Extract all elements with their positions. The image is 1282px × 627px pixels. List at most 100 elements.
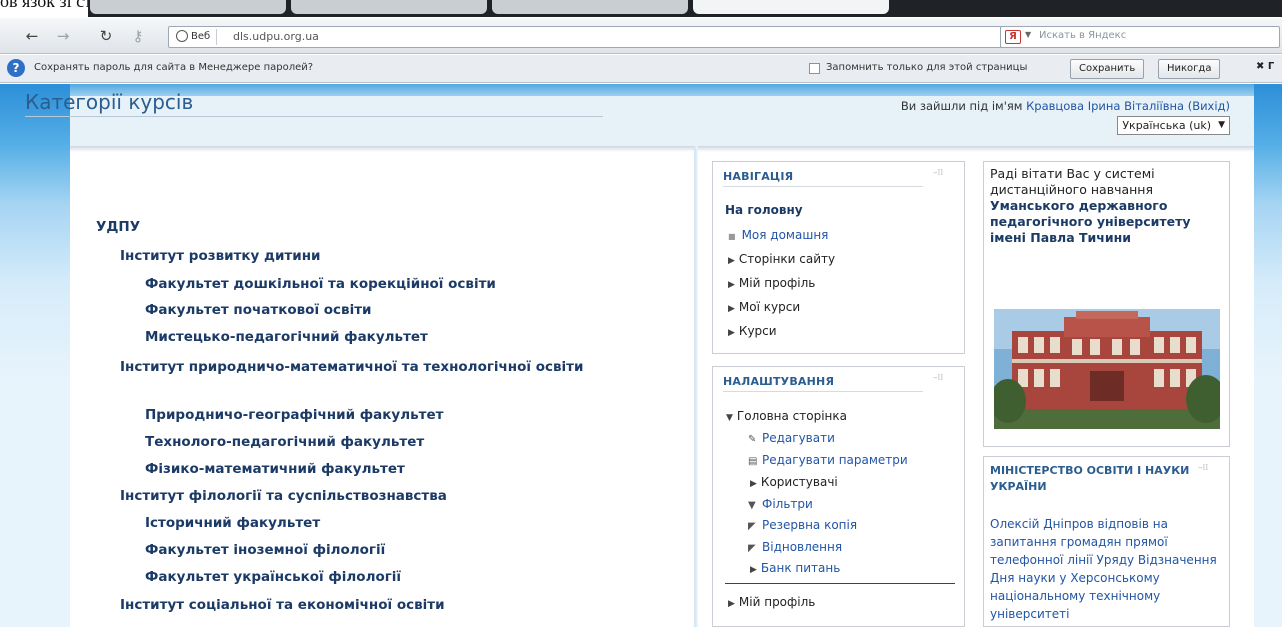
settings-item-label: Редагувати	[762, 431, 835, 445]
login-prefix: Ви зайшли під ім'ям	[900, 99, 1023, 113]
filter-icon: ▼	[748, 500, 756, 511]
expand-arrow-icon: ▶	[750, 565, 757, 575]
settings-item-label: Відновлення	[762, 540, 843, 554]
nav-item[interactable]: ■ Моя домашня	[728, 228, 828, 242]
url-text[interactable]: dls.udpu.org.ua	[233, 29, 319, 45]
settings-item-label: Фільтри	[762, 497, 813, 511]
title-underline	[25, 116, 603, 117]
settings-my-profile[interactable]: ▶ Мій профіль	[728, 595, 815, 609]
expand-arrow-icon: ▶	[728, 304, 735, 314]
header-shadow	[70, 146, 1254, 152]
yandex-logo-icon[interactable]: Я	[1005, 30, 1021, 44]
category-link[interactable]: Факультет початкової освіти	[145, 302, 372, 318]
category-link[interactable]: Інститут соціальної та економічної освіт…	[120, 597, 445, 613]
nav-item[interactable]: ▶ Мої курси	[728, 300, 800, 314]
chevron-down-icon[interactable]: ▼	[1025, 30, 1031, 39]
category-link[interactable]: Мистецько-педагогічний факультет	[145, 329, 428, 345]
nav-item-label: Сторінки сайту	[738, 252, 836, 266]
expand-arrow-icon: ▶	[728, 328, 735, 338]
key-icon[interactable]: ⚷	[128, 26, 148, 46]
expand-arrow-icon: ▶	[728, 280, 735, 290]
settings-item[interactable]: ✎ Редагувати	[748, 431, 835, 445]
block-title-divider	[723, 186, 923, 187]
never-button[interactable]: Никогда	[1158, 59, 1221, 79]
settings-home-page[interactable]: ▼ Головна сторінка	[726, 409, 847, 423]
ministry-news-text[interactable]: Олексій Дніпров відповів на запитання гр…	[990, 515, 1226, 623]
category-link[interactable]: Факультет іноземної філології	[145, 542, 385, 558]
ministry-news-block: МІНІСТЕРСТВО ОСВІТИ І НАУКИ УКРАЇНИ –⁞⁞ …	[983, 456, 1230, 627]
settings-item[interactable]: ▼ Фільтри	[748, 497, 813, 511]
settings-item-label: Редагувати параметри	[762, 453, 908, 467]
page-header: Ви зайшли під ім'ям Кравцова Ірина Вітал…	[70, 84, 1254, 146]
block-dock-icon[interactable]: –⁞⁞	[1198, 463, 1208, 473]
back-button[interactable]: ←	[22, 26, 42, 46]
only-this-page-checkbox[interactable]	[809, 63, 820, 74]
password-save-message: Сохранять пароль для сайта в Менеджере п…	[34, 62, 314, 73]
password-save-bar: ? Сохранять пароль для сайта в Менеджере…	[0, 55, 1282, 83]
column-divider	[694, 146, 698, 627]
category-link[interactable]: Фізико-математичний факультет	[145, 461, 405, 477]
restore-icon: ◤	[748, 543, 756, 554]
nav-item[interactable]: ▶ Сторінки сайту	[728, 252, 835, 266]
browser-tab[interactable]	[492, 0, 688, 14]
settings-item[interactable]: ▤ Редагувати параметри	[748, 453, 908, 467]
university-building-image	[994, 309, 1220, 429]
header-decoration	[70, 84, 1254, 96]
pencil-icon: ✎	[748, 434, 757, 445]
login-info: Ви зайшли під ім'ям Кравцова Ірина Вітал…	[901, 99, 1230, 113]
expand-arrow-icon: ▶	[728, 256, 735, 266]
backup-icon: ◤	[748, 521, 756, 532]
browser-tab[interactable]	[90, 0, 286, 14]
settings-divider	[725, 583, 955, 584]
nav-home-link[interactable]: На головну	[725, 203, 803, 217]
save-password-button[interactable]: Сохранить	[1070, 59, 1145, 79]
settings-my-profile-label: Мій профіль	[738, 595, 816, 609]
yandex-search-placeholder[interactable]: Искать в Яндекс	[1039, 30, 1126, 41]
nav-item[interactable]: ▶ Курси	[728, 324, 777, 338]
block-dock-icon[interactable]: –⁞⁞	[933, 373, 943, 383]
user-profile-link[interactable]: Кравцова Ірина Віталіївна	[1026, 99, 1184, 113]
welcome-text-plain: Раді вітати Вас у системі дистанційного …	[990, 166, 1155, 197]
globe-icon	[176, 30, 188, 42]
browser-tab-bar	[88, 0, 1282, 17]
settings-list-icon: ▤	[748, 456, 758, 467]
expand-arrow-icon: ▶	[728, 599, 735, 609]
nav-item[interactable]: ▶ Мій профіль	[728, 276, 815, 290]
block-title-divider	[723, 391, 923, 392]
course-categories-title: Категорії курсів	[25, 90, 194, 114]
forward-button[interactable]: →	[53, 26, 73, 46]
ministry-news-title: МІНІСТЕРСТВО ОСВІТИ І НАУКИ УКРАЇНИ	[990, 464, 1190, 493]
category-link[interactable]: Факультет української філології	[145, 569, 401, 585]
web-badge-label: Веб	[191, 31, 211, 42]
question-icon: ?	[7, 59, 25, 77]
settings-item[interactable]: ◤ Резервна копія	[748, 518, 857, 532]
category-link[interactable]: Технолого-педагогічний факультет	[145, 434, 424, 450]
block-dock-icon[interactable]: –⁞⁞	[933, 168, 943, 178]
category-link[interactable]: Інститут розвитку дитини	[120, 248, 321, 264]
settings-item[interactable]: ◤ Відновлення	[748, 540, 842, 554]
language-select[interactable]: Українська (uk) ▼	[1117, 116, 1230, 135]
browser-tab[interactable]	[291, 0, 487, 14]
logout-link[interactable]: (Вихід)	[1188, 99, 1230, 113]
browser-tab-active[interactable]	[693, 0, 889, 14]
browser-toolbar: ← → ↻ ⚷ Веб dls.udpu.org.ua ★ Я ▼ Искать…	[0, 18, 1282, 54]
settings-item[interactable]: ▶ Користувачі	[750, 475, 838, 489]
reload-button[interactable]: ↻	[96, 26, 116, 46]
welcome-text: Раді вітати Вас у системі дистанційного …	[990, 166, 1226, 246]
category-link[interactable]: Природничо-географічний факультет	[145, 407, 443, 423]
close-bar-button[interactable]: ✖ Г	[1256, 61, 1274, 72]
settings-item-label: Резервна копія	[762, 518, 858, 532]
category-link[interactable]: Інститут філології та суспільствознавств…	[120, 488, 447, 504]
category-link[interactable]: Історичний факультет	[145, 515, 320, 531]
web-badge[interactable]: Веб	[173, 29, 218, 45]
nav-item-label: Моя домашня	[741, 228, 829, 242]
navigation-block-title: НАВІГАЦІЯ	[723, 170, 794, 183]
category-link[interactable]: Факультет дошкільної та корекційної осві…	[145, 276, 496, 292]
category-link[interactable]: УДПУ	[96, 219, 140, 235]
only-this-page-label[interactable]: Запомнить только для этой страницы	[826, 62, 1027, 73]
yandex-search-box[interactable]: Я ▼ Искать в Яндекс	[1000, 26, 1280, 48]
settings-item-label: Банк питань	[760, 561, 841, 575]
collapse-arrow-icon: ▼	[726, 413, 733, 423]
settings-item[interactable]: ▶ Банк питань	[750, 561, 840, 575]
category-link[interactable]: Інститут природничо-математичної та техн…	[120, 356, 630, 378]
